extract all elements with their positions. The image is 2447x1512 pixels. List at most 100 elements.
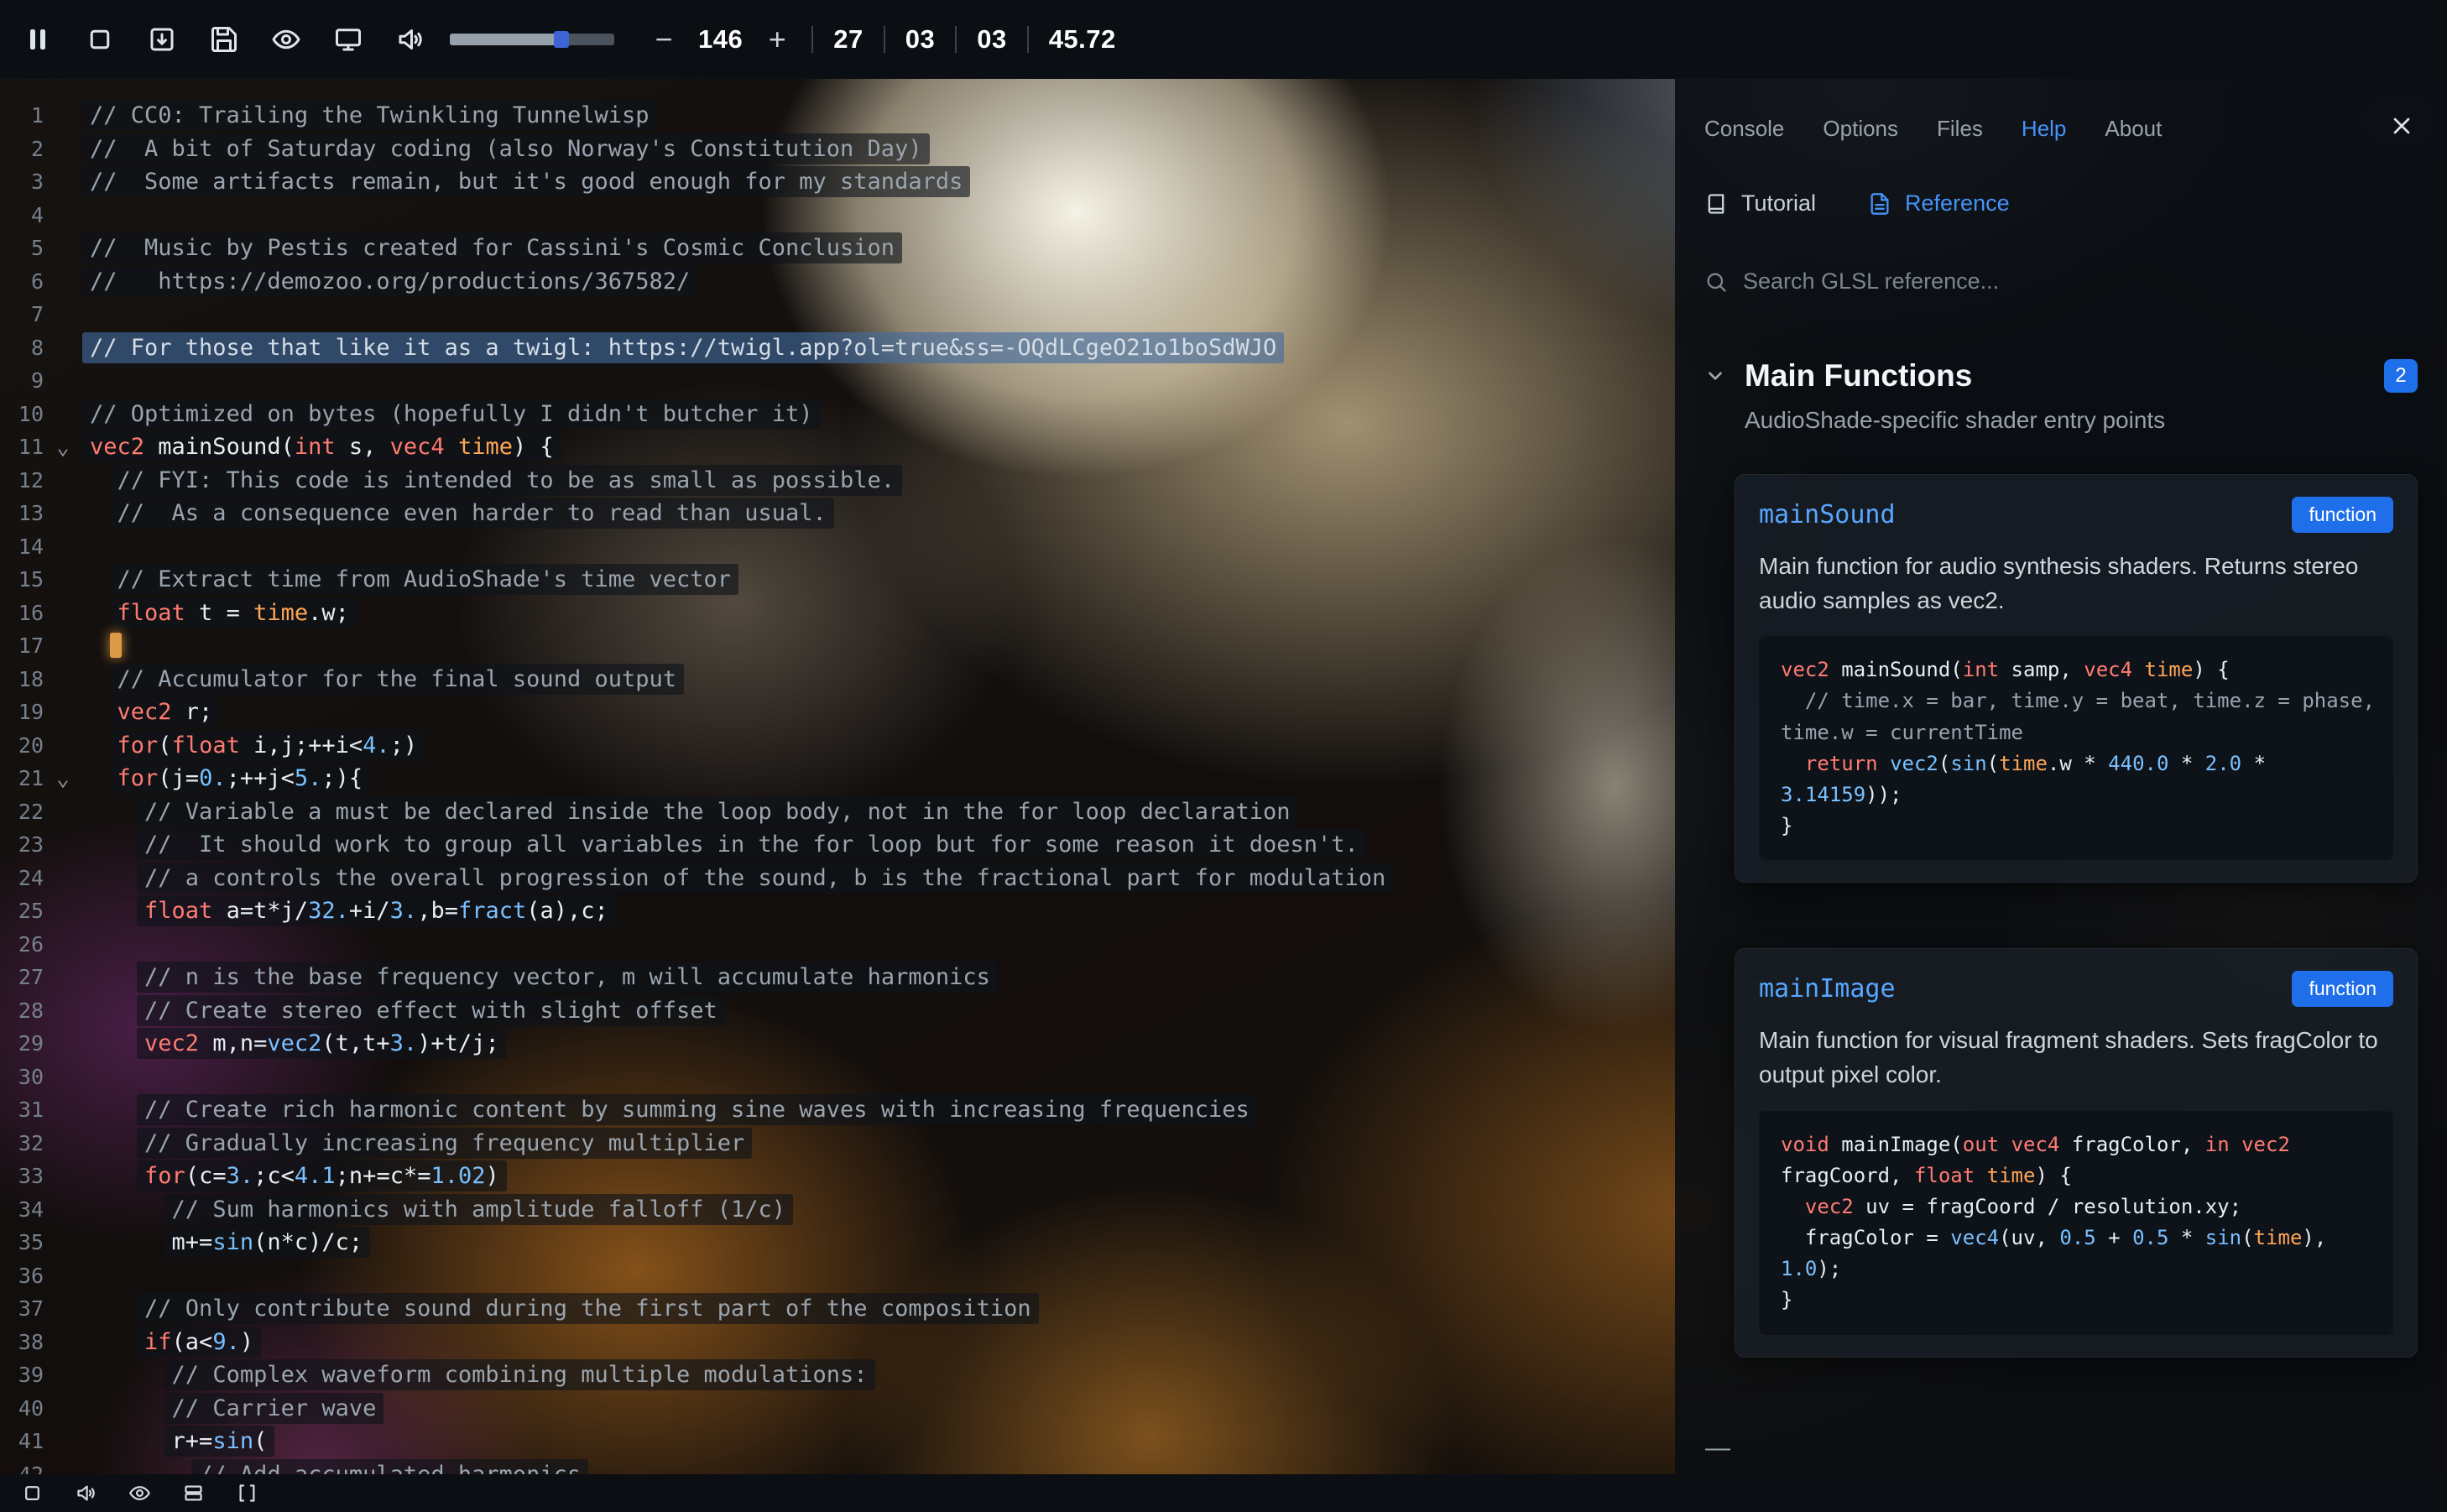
code-line-8[interactable]: 8// For those that like it as a twigl: h… xyxy=(0,331,1675,365)
code-line-25[interactable]: 25 float a=t*j/32.+i/3.,b=fract(a),c; xyxy=(0,894,1675,928)
reference-panel: Console Options Files Help About Tutorial Re… xyxy=(1675,79,2447,1474)
tab-label: Reference xyxy=(1905,190,2010,216)
code-line-11[interactable]: 11⌄vec2 mainSound(int s, vec4 time) { xyxy=(0,430,1675,464)
code-line-27[interactable]: 27 // n is the base frequency vector, m … xyxy=(0,961,1675,994)
code-line-18[interactable]: 18 // Accumulator for the final sound ou… xyxy=(0,663,1675,696)
section-header[interactable]: Main Functions 2 xyxy=(1704,358,2418,394)
code-line-37[interactable]: 37 // Only contribute sound during the f… xyxy=(0,1292,1675,1326)
code-line-14[interactable]: 14 xyxy=(0,530,1675,564)
volume-slider-thumb[interactable] xyxy=(554,31,569,48)
code-line-1[interactable]: 1// CC0: Trailing the Twinkling Tunnelwi… xyxy=(0,99,1675,133)
eye-icon xyxy=(271,24,301,55)
code-line-10[interactable]: 10// Optimized on bytes (hopefully I did… xyxy=(0,398,1675,431)
bottom-toolbar xyxy=(0,1474,2447,1512)
eye-icon xyxy=(128,1482,151,1504)
code-line-31[interactable]: 31 // Create rich harmonic content by su… xyxy=(0,1093,1675,1127)
code-line-21[interactable]: 21⌄ for(j=0.;++j<5.;){ xyxy=(0,762,1675,795)
search-input[interactable] xyxy=(1743,269,2280,295)
pause-icon xyxy=(23,24,53,55)
code-line-5[interactable]: 5// Music by Pestis created for Cassini'… xyxy=(0,232,1675,265)
stop-button-bottom[interactable] xyxy=(8,1474,55,1512)
time-beat-value: 03 xyxy=(905,24,935,55)
time-seconds-value: 45.72 xyxy=(1049,24,1116,55)
code-line-36[interactable]: 36 xyxy=(0,1259,1675,1293)
tab-tutorial[interactable]: Tutorial xyxy=(1704,190,1816,216)
code-line-42[interactable]: 42 // Add accumulated harmonics xyxy=(0,1458,1675,1475)
code-editor[interactable]: 1// CC0: Trailing the Twinkling Tunnelwi… xyxy=(0,79,1675,1474)
audio-button-bottom[interactable] xyxy=(62,1474,109,1512)
code-line-17[interactable]: 17 xyxy=(0,629,1675,663)
panel-resize-handle[interactable]: — xyxy=(1705,1434,1730,1462)
export-button[interactable] xyxy=(131,0,193,79)
section-subtitle: AudioShade-specific shader entry points xyxy=(1745,407,2418,434)
code-line-33[interactable]: 33 for(c=3.;c<4.1;n+=c*=1.02) xyxy=(0,1160,1675,1193)
code-line-32[interactable]: 32 // Gradually increasing frequency mul… xyxy=(0,1127,1675,1160)
close-icon xyxy=(2388,112,2415,139)
tempo-decrease-button[interactable]: − xyxy=(639,0,688,79)
save-button[interactable] xyxy=(193,0,255,79)
code-line-15[interactable]: 15 // Extract time from AudioShade's tim… xyxy=(0,563,1675,597)
code-line-23[interactable]: 23 // It should work to group all variab… xyxy=(0,828,1675,862)
editor-layout-button[interactable] xyxy=(223,1474,270,1512)
code-line-12[interactable]: 12 // FYI: This code is intended to be a… xyxy=(0,464,1675,498)
top-toolbar: − 146 + 27 03 03 45.72 xyxy=(0,0,2447,79)
panel-nav-console[interactable]: Console xyxy=(1704,116,1784,142)
panel-nav: Console Options Files Help About xyxy=(1704,79,2418,142)
code-line-3[interactable]: 3// Some artifacts remain, but it's good… xyxy=(0,165,1675,199)
stop-button[interactable] xyxy=(69,0,131,79)
code-line-24[interactable]: 24 // a controls the overall progression… xyxy=(0,862,1675,895)
toolbar-divider xyxy=(884,26,885,53)
reference-cards: mainSoundfunctionMain function for audio… xyxy=(1735,474,2418,1358)
file-text-icon xyxy=(1868,192,1891,216)
preview-button[interactable] xyxy=(255,0,317,79)
code-line-6[interactable]: 6// https://demozoo.org/productions/3675… xyxy=(0,265,1675,299)
reference-card-mainSound: mainSoundfunctionMain function for audio… xyxy=(1735,474,2418,883)
panel-nav-options[interactable]: Options xyxy=(1823,116,1898,142)
toolbar-divider xyxy=(955,26,957,53)
time-bar-value: 27 xyxy=(833,24,863,55)
code-line-34[interactable]: 34 // Sum harmonics with amplitude fallo… xyxy=(0,1193,1675,1227)
code-line-28[interactable]: 28 // Create stereo effect with slight o… xyxy=(0,994,1675,1028)
panel-nav-help[interactable]: Help xyxy=(2022,116,2066,142)
code-line-20[interactable]: 20 for(float i,j;++i<4.;) xyxy=(0,729,1675,763)
code-line-9[interactable]: 9 xyxy=(0,364,1675,398)
volume-slider-fill xyxy=(450,34,561,45)
code-line-29[interactable]: 29 vec2 m,n=vec2(t,t+3.)+t/j; xyxy=(0,1027,1675,1061)
code-line-7[interactable]: 7 xyxy=(0,298,1675,331)
close-panel-button[interactable] xyxy=(2388,112,2415,142)
preview-button-bottom[interactable] xyxy=(116,1474,163,1512)
code-line-26[interactable]: 26 xyxy=(0,928,1675,962)
code-line-16[interactable]: 16 float t = time.w; xyxy=(0,597,1675,630)
panel-nav-files[interactable]: Files xyxy=(1937,116,1983,142)
tempo-increase-button[interactable]: + xyxy=(753,0,801,79)
code-line-30[interactable]: 30 xyxy=(0,1061,1675,1094)
code-line-13[interactable]: 13 // As a consequence even harder to re… xyxy=(0,497,1675,530)
search-box[interactable] xyxy=(1704,269,2418,295)
code-line-19[interactable]: 19 vec2 r; xyxy=(0,696,1675,729)
code-line-22[interactable]: 22 // Variable a must be declared inside… xyxy=(0,795,1675,829)
volume-icon xyxy=(395,24,425,55)
code-line-39[interactable]: 39 // Complex waveform combining multipl… xyxy=(0,1358,1675,1392)
layout-button[interactable] xyxy=(170,1474,217,1512)
code-line-41[interactable]: 41 r+=sin( xyxy=(0,1425,1675,1458)
code-line-40[interactable]: 40 // Carrier wave xyxy=(0,1392,1675,1426)
code-line-2[interactable]: 2// A bit of Saturday coding (also Norwa… xyxy=(0,133,1675,166)
book-icon xyxy=(1704,192,1728,216)
display-button[interactable] xyxy=(317,0,379,79)
section-title: Main Functions xyxy=(1745,358,1972,394)
code-line-35[interactable]: 35 m+=sin(n*c)/c; xyxy=(0,1226,1675,1259)
layout-rows-icon xyxy=(182,1482,205,1504)
pause-button[interactable] xyxy=(7,0,69,79)
code-line-38[interactable]: 38 if(a<9.) xyxy=(0,1326,1675,1359)
monitor-icon xyxy=(333,24,363,55)
code-brackets-icon xyxy=(236,1482,258,1504)
tab-reference[interactable]: Reference xyxy=(1868,190,2010,216)
panel-nav-about[interactable]: About xyxy=(2105,116,2162,142)
code-line-4[interactable]: 4 xyxy=(0,199,1675,232)
toolbar-divider xyxy=(1027,26,1029,53)
panel-tabs: Tutorial Reference xyxy=(1704,190,2418,216)
volume-slider[interactable] xyxy=(450,34,614,45)
stop-icon xyxy=(21,1482,44,1504)
chevron-down-icon[interactable] xyxy=(1704,365,1726,387)
audio-button[interactable] xyxy=(379,0,441,79)
